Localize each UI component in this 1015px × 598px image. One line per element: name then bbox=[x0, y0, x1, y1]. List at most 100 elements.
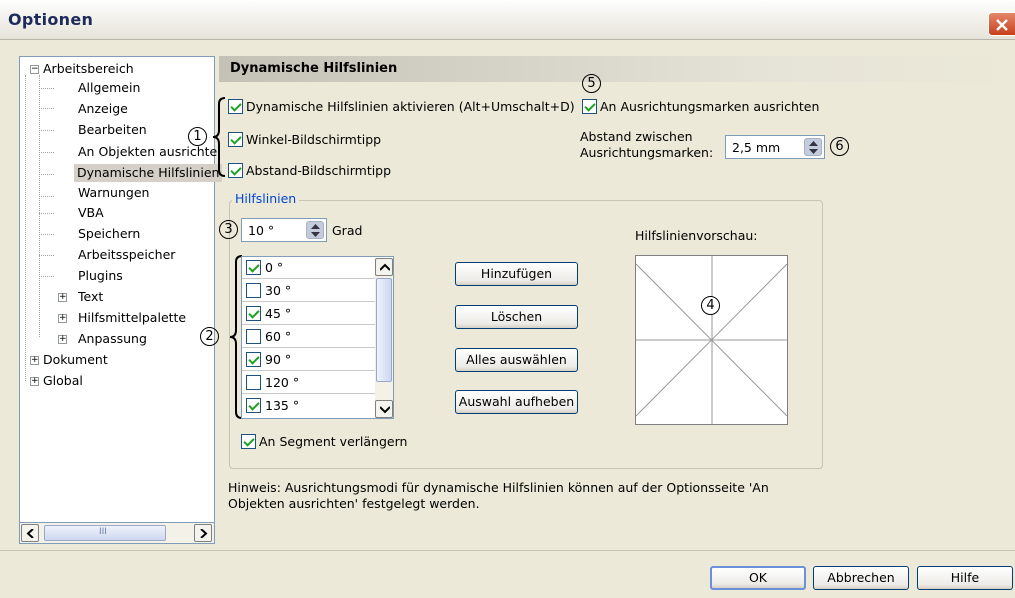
add-angle-button[interactable]: Hinzufügen bbox=[455, 262, 578, 286]
dialog-footer: OK Abbrechen Hilfe bbox=[0, 550, 1015, 598]
spinner-arrows[interactable] bbox=[804, 138, 822, 156]
tree-item-vba[interactable]: VBA bbox=[78, 204, 104, 222]
spinner-arrows[interactable] bbox=[306, 221, 324, 239]
guides-preview-canvas bbox=[635, 256, 788, 424]
expand-icon[interactable]: + bbox=[58, 314, 67, 323]
scroll-left-button[interactable] bbox=[21, 524, 39, 542]
arrow-down-icon bbox=[380, 406, 390, 414]
arrow-up-icon bbox=[380, 263, 390, 271]
spin-up-down-icon bbox=[809, 141, 818, 154]
deselect-all-button[interactable]: Auswahl aufheben bbox=[455, 390, 578, 414]
guides-preview bbox=[635, 255, 788, 425]
spacing-spinner[interactable]: 2,5 mm bbox=[725, 135, 825, 159]
ok-button[interactable]: OK bbox=[710, 566, 806, 590]
enable-guides-checkbox[interactable] bbox=[228, 99, 243, 114]
tree-item-speichern[interactable]: Speichern bbox=[78, 225, 140, 243]
scroll-thumb[interactable] bbox=[376, 278, 392, 382]
scroll-right-button[interactable] bbox=[194, 524, 212, 542]
angle-checkbox[interactable] bbox=[246, 283, 261, 298]
cancel-button[interactable]: Abbrechen bbox=[813, 566, 909, 590]
expand-icon[interactable]: + bbox=[30, 356, 39, 365]
snap-marks-label[interactable]: An Ausrichtungsmarken ausrichten bbox=[600, 99, 819, 114]
tree-item-text[interactable]: Text bbox=[78, 288, 103, 306]
enable-guides-label[interactable]: Dynamische Hilfslinien aktivieren (Alt+U… bbox=[246, 99, 575, 114]
angle-checkbox[interactable] bbox=[246, 352, 261, 367]
tree-item-dokument[interactable]: Dokument bbox=[43, 351, 108, 369]
hint-text-line2: Objekten ausrichten' festgelegt werden. bbox=[228, 496, 480, 511]
delete-angle-button[interactable]: Löschen bbox=[455, 305, 578, 329]
angle-label: 135 ° bbox=[265, 398, 300, 413]
brace-annotation bbox=[212, 97, 226, 177]
expand-icon[interactable]: + bbox=[30, 377, 39, 386]
page-header: Dynamische Hilfslinien bbox=[219, 56, 1011, 82]
tree-item-arbeitsbereich[interactable]: Arbeitsbereich bbox=[43, 60, 134, 78]
spacing-label-line2: Ausrichtungsmarken: bbox=[580, 145, 714, 160]
angle-tooltip-checkbox[interactable] bbox=[228, 132, 243, 147]
angle-checkbox[interactable] bbox=[246, 306, 261, 321]
close-icon bbox=[996, 19, 1008, 31]
list-item[interactable]: 135 ° bbox=[242, 395, 376, 417]
extend-segment-checkbox[interactable] bbox=[241, 434, 256, 449]
tree-item-warnungen[interactable]: Warnungen bbox=[78, 184, 149, 202]
arrow-right-icon bbox=[200, 529, 208, 538]
angle-checkbox[interactable] bbox=[246, 329, 261, 344]
extend-segment-label[interactable]: An Segment verlängern bbox=[259, 434, 407, 449]
angle-checkbox[interactable] bbox=[246, 375, 261, 390]
tree-item-hilfsmittelpalette[interactable]: Hilfsmittelpalette bbox=[78, 309, 186, 327]
title-bar[interactable]: Optionen bbox=[0, 0, 1015, 40]
expand-icon[interactable]: + bbox=[58, 293, 67, 302]
list-item[interactable]: 60 ° bbox=[242, 326, 376, 348]
tree-item-dynamische-hilfslinien[interactable]: Dynamische Hilfslinien bbox=[74, 164, 223, 182]
angle-label: 45 ° bbox=[265, 306, 292, 321]
angle-list[interactable]: 0 ° 30 ° 45 ° 60 ° 90 ° 120 ° 135 ° bbox=[241, 256, 394, 419]
scroll-grip: III bbox=[99, 527, 107, 537]
scroll-down-button[interactable] bbox=[375, 400, 393, 418]
guides-group-label: Hilfslinien bbox=[232, 191, 300, 206]
spacing-label-line1: Abstand zwischen bbox=[580, 129, 693, 144]
callout-2: 2 bbox=[200, 327, 219, 346]
list-item[interactable]: 45 ° bbox=[242, 303, 376, 325]
close-button[interactable] bbox=[988, 12, 1015, 36]
angle-label: 0 ° bbox=[265, 260, 284, 275]
collapse-icon[interactable]: − bbox=[30, 65, 39, 74]
scroll-up-button[interactable] bbox=[375, 258, 393, 276]
options-dialog: Optionen − Arbeitsbereich Allgemein Anze… bbox=[0, 0, 1015, 598]
preview-label: Hilfslinienvorschau: bbox=[635, 228, 758, 243]
list-item[interactable]: 90 ° bbox=[242, 349, 376, 371]
help-button[interactable]: Hilfe bbox=[917, 566, 1013, 590]
angle-label: 120 ° bbox=[265, 375, 300, 390]
angle-checkbox[interactable] bbox=[246, 398, 261, 413]
distance-tooltip-checkbox[interactable] bbox=[228, 163, 243, 178]
tree-item-anzeige[interactable]: Anzeige bbox=[78, 100, 128, 118]
degree-spinner[interactable]: 10 ° bbox=[241, 218, 327, 242]
expand-icon[interactable]: + bbox=[58, 335, 67, 344]
tree-item-bearbeiten[interactable]: Bearbeiten bbox=[78, 121, 147, 139]
list-item[interactable]: 30 ° bbox=[242, 280, 376, 302]
tree-horizontal-scrollbar[interactable]: III bbox=[19, 522, 215, 544]
callout-5: 5 bbox=[582, 74, 601, 93]
tree-item-plugins[interactable]: Plugins bbox=[78, 267, 123, 285]
snap-marks-checkbox[interactable] bbox=[582, 99, 597, 114]
callout-1: 1 bbox=[188, 127, 207, 146]
tree-item-allgemein[interactable]: Allgemein bbox=[78, 79, 140, 97]
callout-3: 3 bbox=[219, 220, 238, 239]
angle-label: 30 ° bbox=[265, 283, 292, 298]
angle-label: 90 ° bbox=[265, 352, 292, 367]
degree-unit-label: Grad bbox=[332, 223, 363, 238]
select-all-button[interactable]: Alles auswählen bbox=[455, 348, 578, 372]
list-item[interactable]: 120 ° bbox=[242, 372, 376, 394]
tree-item-global[interactable]: Global bbox=[43, 372, 83, 390]
tree-item-anpassung[interactable]: Anpassung bbox=[78, 330, 147, 348]
window-title: Optionen bbox=[8, 10, 94, 29]
callout-6: 6 bbox=[830, 137, 849, 156]
tree-item-arbeitsspeicher[interactable]: Arbeitsspeicher bbox=[78, 246, 175, 264]
angle-tooltip-label[interactable]: Winkel-Bildschirmtipp bbox=[246, 132, 381, 147]
list-item[interactable]: 0 ° bbox=[242, 257, 376, 279]
distance-tooltip-label[interactable]: Abstand-Bildschirmtipp bbox=[246, 163, 391, 178]
category-tree[interactable]: − Arbeitsbereich Allgemein Anzeige Bearb… bbox=[19, 56, 223, 544]
spacing-value: 2,5 mm bbox=[732, 140, 781, 155]
scroll-thumb[interactable]: III bbox=[44, 525, 166, 541]
page-title: Dynamische Hilfslinien bbox=[230, 61, 398, 76]
angle-checkbox[interactable] bbox=[246, 260, 261, 275]
angle-list-scrollbar[interactable] bbox=[375, 258, 393, 418]
